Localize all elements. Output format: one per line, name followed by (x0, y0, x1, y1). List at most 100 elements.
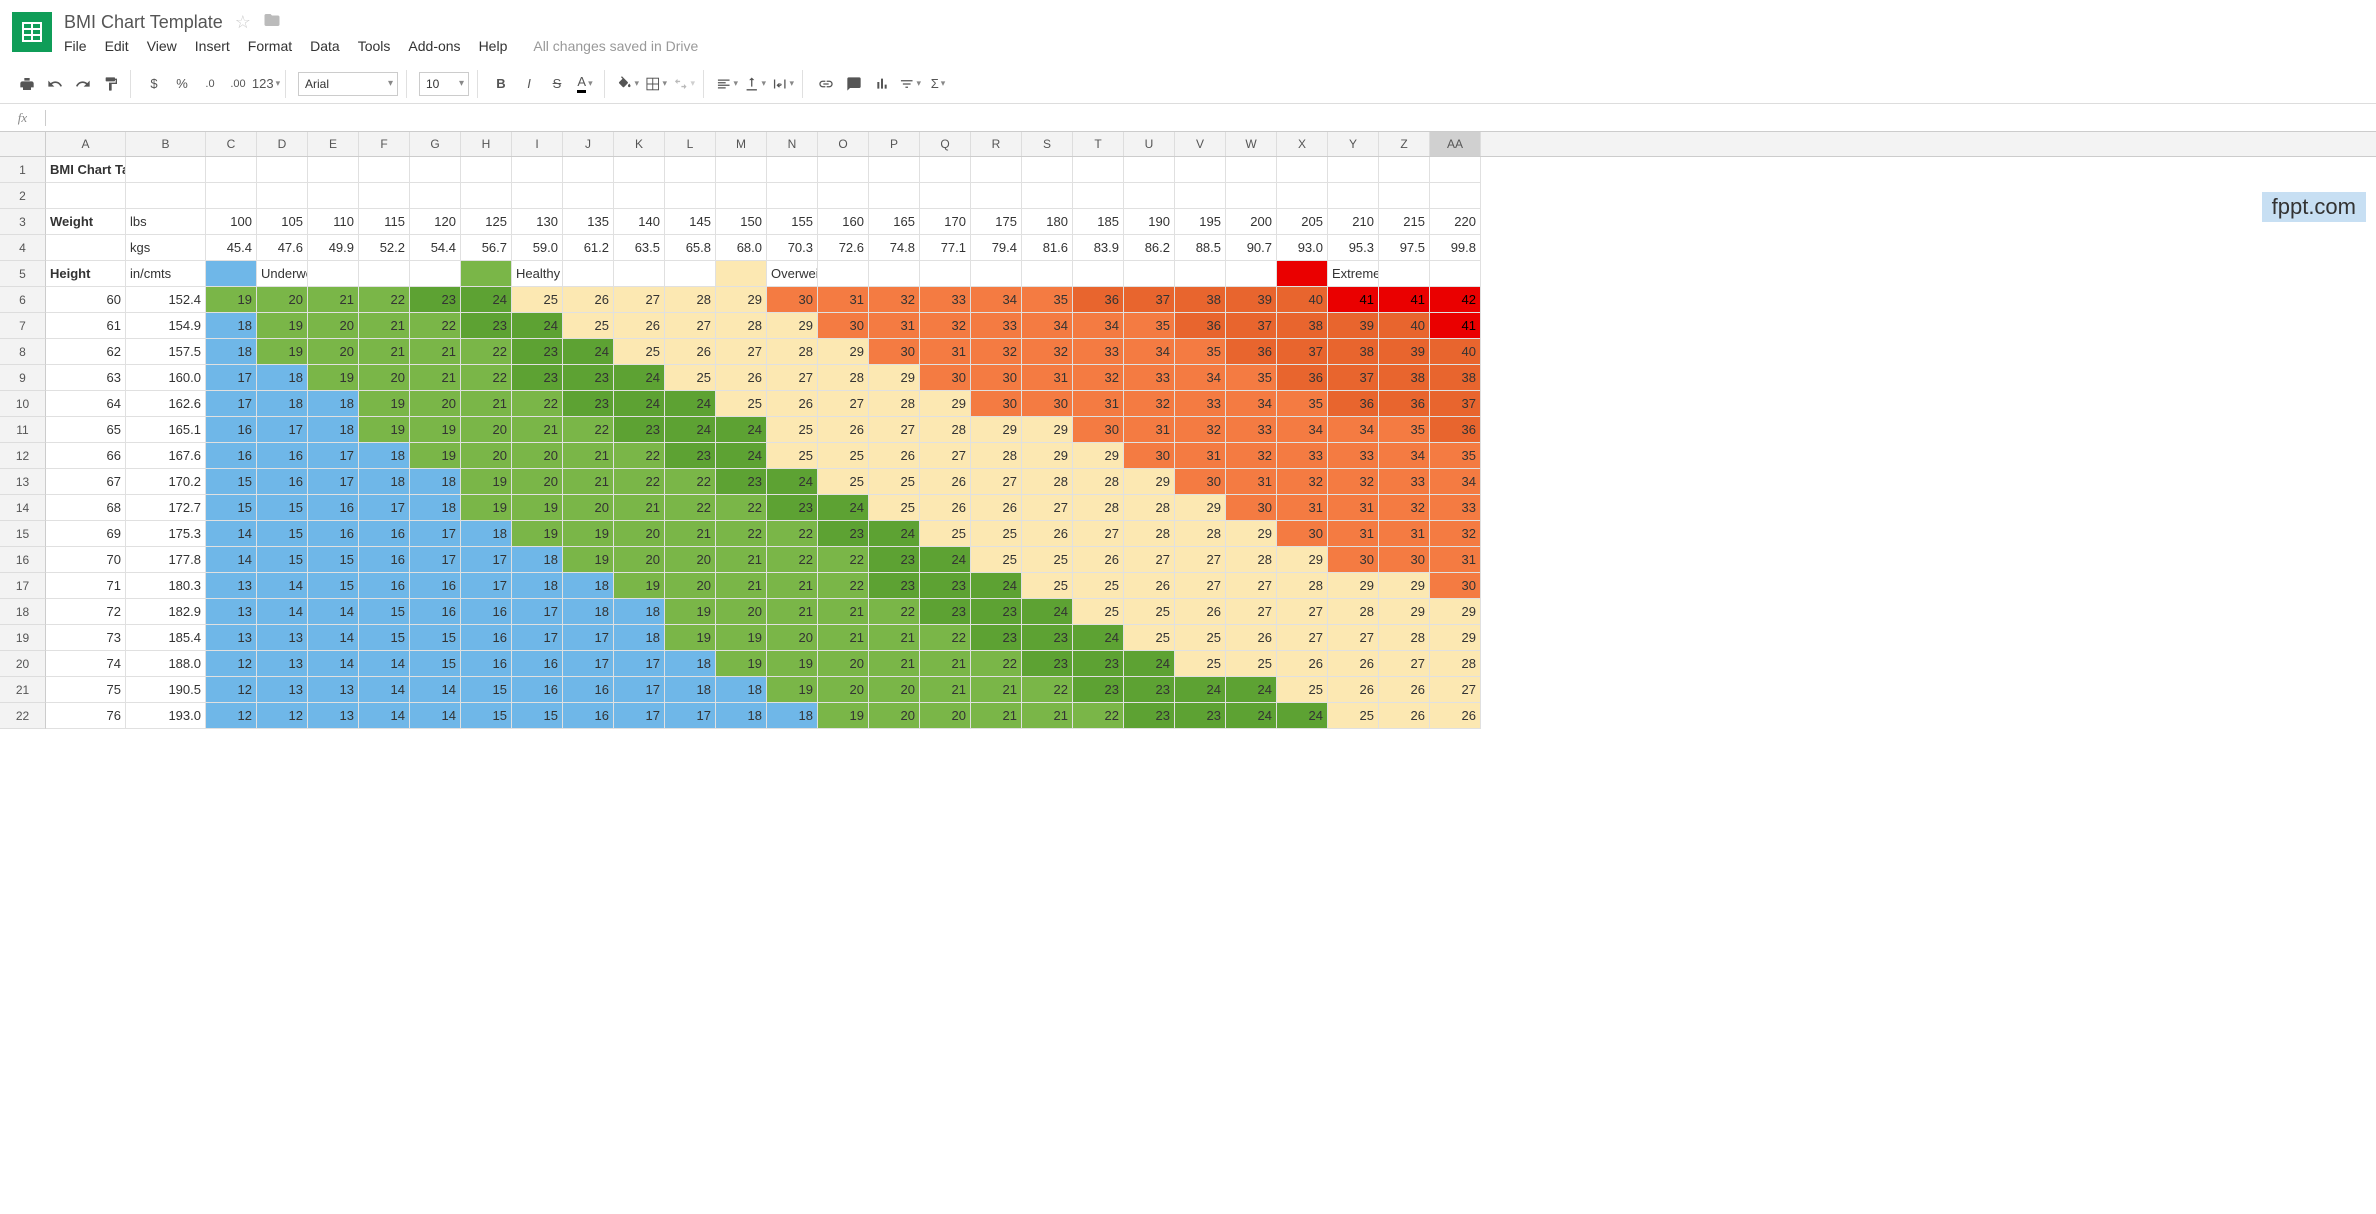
menu-tools[interactable]: Tools (358, 38, 391, 54)
cell[interactable]: 32 (869, 287, 920, 313)
cell[interactable]: 29 (971, 417, 1022, 443)
cell[interactable]: Height (46, 261, 126, 287)
cell[interactable]: 23 (563, 391, 614, 417)
cell[interactable]: 20 (308, 313, 359, 339)
cell[interactable]: 29 (1226, 521, 1277, 547)
cell[interactable]: 29 (1328, 573, 1379, 599)
undo-icon[interactable] (44, 73, 66, 95)
cell[interactable]: 20 (716, 599, 767, 625)
cell[interactable]: 70.3 (767, 235, 818, 261)
cell[interactable]: 24 (818, 495, 869, 521)
cell[interactable]: 17 (665, 703, 716, 729)
cell[interactable]: 17 (410, 547, 461, 573)
strike-icon[interactable]: S (546, 73, 568, 95)
cell[interactable] (512, 157, 563, 183)
cell[interactable]: 38 (1379, 365, 1430, 391)
col-header-A[interactable]: A (46, 132, 126, 156)
cell[interactable]: 31 (1022, 365, 1073, 391)
cell[interactable]: 13 (257, 651, 308, 677)
cell[interactable]: 36 (1328, 391, 1379, 417)
cell[interactable]: 14 (308, 599, 359, 625)
cell[interactable] (461, 183, 512, 209)
cell[interactable]: 22 (716, 521, 767, 547)
cell[interactable]: 38 (1430, 365, 1481, 391)
cell[interactable]: 18 (512, 547, 563, 573)
cell[interactable]: 20 (869, 703, 920, 729)
cell[interactable]: 28 (869, 391, 920, 417)
cell[interactable]: 19 (563, 521, 614, 547)
cell[interactable]: 86.2 (1124, 235, 1175, 261)
cell[interactable]: 24 (869, 521, 920, 547)
cell[interactable]: 27 (1175, 547, 1226, 573)
cell[interactable]: 31 (818, 287, 869, 313)
cell[interactable]: 35 (1022, 287, 1073, 313)
cell[interactable]: 68.0 (716, 235, 767, 261)
cell[interactable]: 13 (257, 677, 308, 703)
cell[interactable]: 21 (1022, 703, 1073, 729)
cell[interactable] (1022, 261, 1073, 287)
cell[interactable]: 19 (410, 417, 461, 443)
cell[interactable]: 28 (1226, 547, 1277, 573)
cell[interactable]: 140 (614, 209, 665, 235)
cell[interactable]: 23 (1073, 651, 1124, 677)
cell[interactable]: 25 (563, 313, 614, 339)
cell[interactable]: 25 (869, 469, 920, 495)
col-header-T[interactable]: T (1073, 132, 1124, 156)
cell[interactable] (716, 261, 767, 287)
cell[interactable]: 24 (971, 573, 1022, 599)
cell[interactable]: 14 (410, 703, 461, 729)
cell[interactable]: 12 (206, 677, 257, 703)
cell[interactable]: 24 (767, 469, 818, 495)
cell[interactable]: 23 (716, 469, 767, 495)
cell[interactable]: 25 (1073, 599, 1124, 625)
cell[interactable]: 34 (971, 287, 1022, 313)
cell[interactable] (818, 261, 869, 287)
cell[interactable]: 28 (971, 443, 1022, 469)
cell[interactable]: 135 (563, 209, 614, 235)
cell[interactable]: 19 (767, 677, 818, 703)
cell[interactable]: 37 (1226, 313, 1277, 339)
row-header-2[interactable]: 2 (0, 183, 46, 209)
cell[interactable]: 20 (461, 443, 512, 469)
menu-add-ons[interactable]: Add-ons (408, 38, 460, 54)
cell[interactable]: 18 (716, 703, 767, 729)
cell[interactable]: 81.6 (1022, 235, 1073, 261)
cell[interactable]: 24 (1073, 625, 1124, 651)
cell[interactable]: 13 (308, 677, 359, 703)
menu-format[interactable]: Format (248, 38, 292, 54)
cell[interactable] (716, 183, 767, 209)
row-header-9[interactable]: 9 (0, 365, 46, 391)
col-header-R[interactable]: R (971, 132, 1022, 156)
cell[interactable]: 16 (461, 625, 512, 651)
cell[interactable] (614, 261, 665, 287)
cell[interactable]: 24 (716, 417, 767, 443)
cell[interactable]: 29 (1175, 495, 1226, 521)
cell[interactable] (308, 261, 359, 287)
cell[interactable]: 19 (359, 391, 410, 417)
cell[interactable]: 12 (206, 703, 257, 729)
cell[interactable]: 23 (614, 417, 665, 443)
cell[interactable]: 27 (1022, 495, 1073, 521)
cell[interactable]: 41 (1328, 287, 1379, 313)
cell[interactable]: 160.0 (126, 365, 206, 391)
row-header-16[interactable]: 16 (0, 547, 46, 573)
cell[interactable]: 160 (818, 209, 869, 235)
cell[interactable]: 15 (410, 651, 461, 677)
cell[interactable]: 105 (257, 209, 308, 235)
halign-icon[interactable]: ▾ (716, 73, 738, 95)
cell[interactable]: 56.7 (461, 235, 512, 261)
cell[interactable]: 33 (1226, 417, 1277, 443)
cell[interactable]: 26 (971, 495, 1022, 521)
cell[interactable]: 32 (1175, 417, 1226, 443)
cell[interactable]: 17 (308, 443, 359, 469)
cell[interactable]: 26 (1277, 651, 1328, 677)
cell[interactable]: 190 (1124, 209, 1175, 235)
cell[interactable]: 28 (665, 287, 716, 313)
cell[interactable]: 26 (1073, 547, 1124, 573)
cell[interactable]: 27 (1124, 547, 1175, 573)
cell[interactable]: 68 (46, 495, 126, 521)
row-header-17[interactable]: 17 (0, 573, 46, 599)
cell[interactable]: 49.9 (308, 235, 359, 261)
cell[interactable]: 23 (971, 599, 1022, 625)
cell[interactable]: 26 (869, 443, 920, 469)
